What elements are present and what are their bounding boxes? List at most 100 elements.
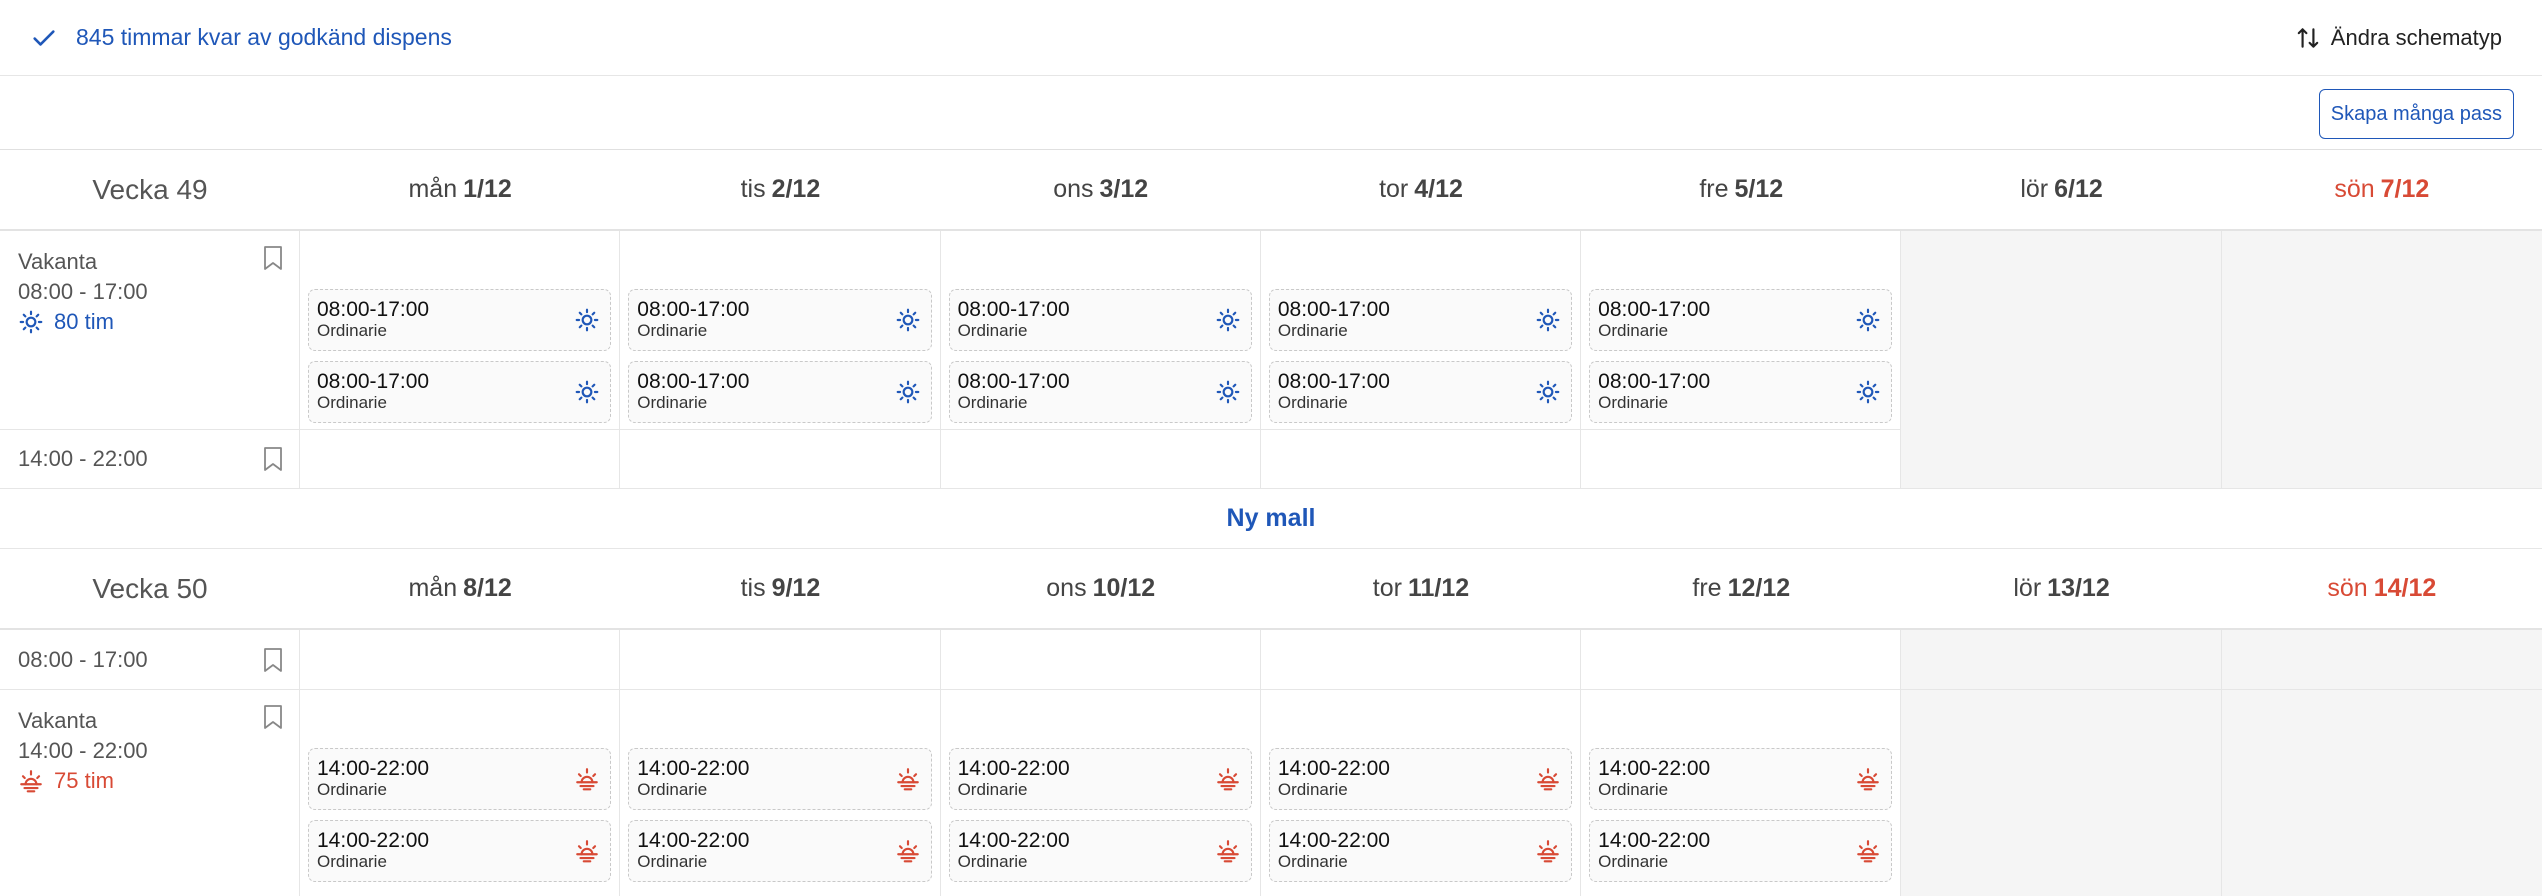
shift-card[interactable]: 08:00-17:00 Ordinarie: [628, 361, 932, 423]
row-time-range: 08:00 - 17:00: [18, 279, 148, 304]
day-cell[interactable]: 08:00-17:00 Ordinarie 08:00-17:00 Ordinari…: [1581, 231, 1902, 431]
weekend-cell[interactable]: [2221, 231, 2542, 431]
shift-card[interactable]: 14:00-22:00 Ordinarie: [628, 748, 932, 810]
day-cell[interactable]: [300, 430, 621, 488]
shift-row: Vakanta 14:00 - 22:00 75 tim 14:00-22:00…: [0, 690, 2542, 896]
weekend-cell[interactable]: [2221, 430, 2542, 488]
shift-card[interactable]: 14:00-22:00 Ordinarie: [628, 820, 932, 882]
row-label: Vakanta 08:00 - 17:00 80 tim: [0, 231, 300, 431]
dispens-text: 845 timmar kvar av godkänd dispens: [76, 24, 452, 50]
change-schedule-type-button[interactable]: Ändra schematyp: [2295, 25, 2502, 51]
day-cell[interactable]: [1261, 430, 1582, 488]
shift-card[interactable]: 08:00-17:00 Ordinarie: [628, 289, 932, 351]
sun-icon: [1216, 308, 1240, 332]
day-header: lör 6/12: [2020, 175, 2103, 203]
sun-icon: [575, 380, 599, 404]
shift-card[interactable]: 14:00-22:00 Ordinarie: [1268, 820, 1573, 882]
shift-card[interactable]: 08:00-17:00 Ordinarie: [1268, 289, 1573, 351]
sunset-icon: [896, 768, 919, 791]
row-hours: 75 tim: [18, 766, 281, 796]
sunset-icon: [1537, 840, 1559, 863]
sunset-icon: [20, 770, 42, 793]
weekend-cell[interactable]: [1901, 231, 2222, 431]
week-header: Vecka 50 mån 8/12 tis 9/12 ons 10/12 tor 11/…: [0, 549, 2542, 630]
day-cell[interactable]: [941, 430, 1261, 488]
bookmark-icon[interactable]: [263, 647, 283, 673]
weekend-cell[interactable]: [2221, 690, 2542, 896]
shift-card[interactable]: 08:00-17:00 Ordinarie: [308, 361, 612, 423]
bookmark-icon[interactable]: [263, 446, 283, 472]
new-template-link[interactable]: Ny mall: [0, 489, 2542, 549]
shift-card[interactable]: 14:00-22:00 Ordinarie: [948, 820, 1252, 882]
row-status: Vakanta: [18, 249, 98, 274]
day-cell[interactable]: 08:00-17:00 Ordinarie 08:00-17:00 Ordinari…: [941, 231, 1261, 431]
action-bar: Skapa många pass: [0, 76, 2542, 150]
day-cell[interactable]: [1581, 630, 1902, 689]
sort-arrows-icon: [2297, 27, 2319, 48]
weekend-cell[interactable]: [1901, 430, 2222, 488]
create-many-shifts-button[interactable]: Skapa många pass: [2318, 89, 2514, 139]
day-header: fre 12/12: [1692, 574, 1791, 602]
day-cell[interactable]: 14:00-22:00 Ordinarie 14:00-22:00 Ordinari…: [1581, 690, 1902, 896]
day-cell[interactable]: 14:00-22:00 Ordinarie 14:00-22:00 Ordinari…: [1261, 690, 1582, 896]
row-time-range: 14:00 - 22:00: [18, 738, 148, 763]
weekend-cell[interactable]: [1901, 630, 2222, 689]
shift-card[interactable]: 14:00-22:00 Ordinarie: [948, 748, 1252, 810]
day-cell[interactable]: 14:00-22:00 Ordinarie 14:00-22:00 Ordinari…: [620, 690, 941, 896]
shift-card[interactable]: 08:00-17:00 Ordinarie: [308, 289, 612, 351]
day-header: tor 4/12: [1379, 175, 1463, 203]
row-time-range: 08:00 - 17:00: [18, 646, 148, 672]
bookmark-icon[interactable]: [263, 245, 283, 271]
day-header: mån 1/12: [408, 175, 512, 203]
shift-card[interactable]: 14:00-22:00 Ordinarie: [308, 748, 612, 810]
day-cell[interactable]: [1261, 630, 1582, 689]
shift-card[interactable]: 08:00-17:00 Ordinarie: [948, 289, 1252, 351]
day-cell[interactable]: [300, 630, 621, 689]
shift-card[interactable]: 08:00-17:00 Ordinarie: [1268, 361, 1573, 423]
sun-icon: [1536, 380, 1560, 404]
sun-icon: [1536, 308, 1560, 332]
day-header: tis 9/12: [740, 574, 821, 602]
day-header: fre 5/12: [1699, 175, 1784, 203]
row-label: Vakanta 14:00 - 22:00 75 tim: [0, 690, 300, 896]
top-bar: 845 timmar kvar av godkänd dispens Ändra…: [0, 0, 2542, 76]
day-header: tor 11/12: [1372, 574, 1470, 602]
week-header: Vecka 49 mån 1/12 tis 2/12 ons 3/12 tor 4/12…: [0, 150, 2542, 231]
dispens-status: 845 timmar kvar av godkänd dispens: [30, 24, 452, 52]
shift-card[interactable]: 14:00-22:00 Ordinarie: [1589, 820, 1893, 882]
row-label: 14:00 - 22:00: [0, 430, 300, 488]
sunset-icon: [1537, 768, 1559, 791]
bookmark-icon[interactable]: [263, 704, 283, 730]
sunset-icon: [896, 840, 919, 863]
sun-icon: [1216, 380, 1240, 404]
week-label: Vecka 50: [92, 572, 208, 604]
day-header: ons 10/12: [1046, 574, 1156, 602]
day-cell[interactable]: 14:00-22:00 Ordinarie 14:00-22:00 Ordinari…: [941, 690, 1261, 896]
check-icon: [33, 29, 55, 46]
day-cell[interactable]: [1581, 430, 1902, 488]
sun-icon: [896, 380, 919, 404]
shift-row: 08:00 - 17:00: [0, 630, 2542, 690]
day-cell[interactable]: [620, 430, 941, 488]
sun-icon: [575, 308, 599, 332]
shift-row: Vakanta 08:00 - 17:00 80 tim 08:00-17:00…: [0, 231, 2542, 431]
shift-card[interactable]: 08:00-17:00 Ordinarie: [948, 361, 1252, 423]
day-cell[interactable]: [620, 630, 941, 689]
day-cell[interactable]: 08:00-17:00 Ordinarie 08:00-17:00 Ordinari…: [300, 231, 621, 431]
shift-card[interactable]: 14:00-22:00 Ordinarie: [1268, 748, 1573, 810]
sunset-icon: [1857, 840, 1880, 863]
shift-card[interactable]: 14:00-22:00 Ordinarie: [1589, 748, 1893, 810]
weekend-cell[interactable]: [1901, 690, 2222, 896]
day-cell[interactable]: 08:00-17:00 Ordinarie 08:00-17:00 Ordinari…: [620, 231, 941, 431]
shift-card[interactable]: 08:00-17:00 Ordinarie: [1589, 361, 1893, 423]
row-time-range: 14:00 - 22:00: [18, 446, 148, 471]
sunset-icon: [576, 768, 599, 791]
day-header-sunday: sön 7/12: [2334, 175, 2430, 203]
day-cell[interactable]: 08:00-17:00 Ordinarie 08:00-17:00 Ordinari…: [1261, 231, 1582, 431]
shift-card[interactable]: 14:00-22:00 Ordinarie: [308, 820, 612, 882]
day-cell[interactable]: 14:00-22:00 Ordinarie 14:00-22:00 Ordinari…: [300, 690, 621, 896]
day-cell[interactable]: [941, 630, 1261, 689]
shift-card[interactable]: 08:00-17:00 Ordinarie: [1589, 289, 1893, 351]
weekend-cell[interactable]: [2221, 630, 2542, 689]
day-header: ons 3/12: [1053, 175, 1149, 203]
